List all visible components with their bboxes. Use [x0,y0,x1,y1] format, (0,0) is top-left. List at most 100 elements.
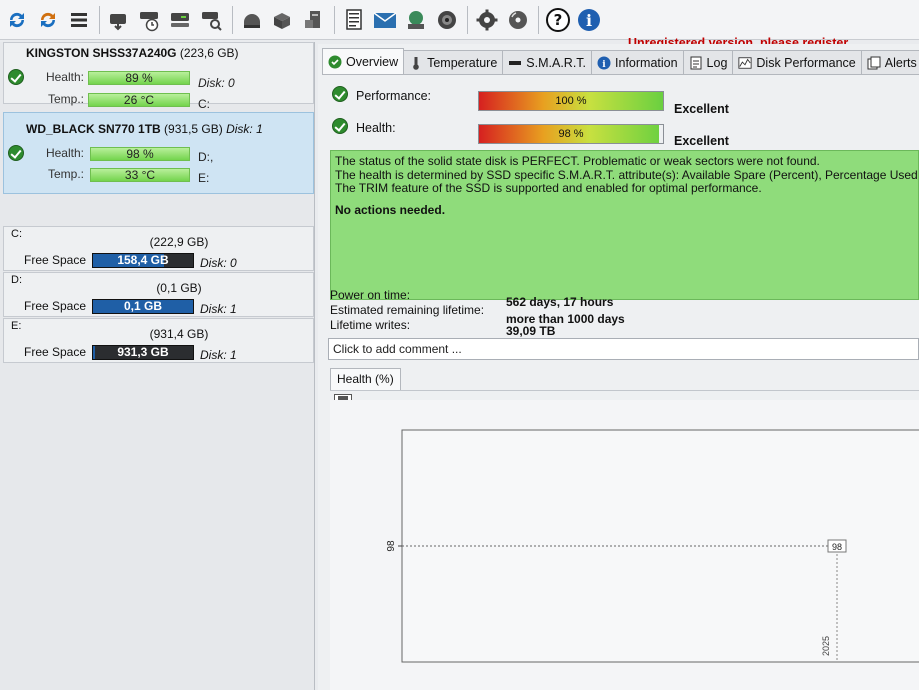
status-line: The status of the solid state disk is PE… [335,154,820,168]
performance-bar: 100 % [478,91,664,111]
disk-check-icon[interactable] [168,6,194,34]
tab-label: Disk Performance [756,55,856,70]
volume-disk: Disk: 1 [200,348,237,362]
toolbar: ? i [0,0,919,40]
check-icon [328,55,342,69]
tab-bar: Overview Temperature S.M.A.R.T. i Inform… [322,48,919,74]
volume-label: E: [198,171,210,185]
disk-model: WD_BLACK SN770 1TB [26,122,161,136]
performance-value: 100 % [555,95,587,107]
email-icon[interactable] [372,6,398,34]
health-value: 98 % [558,128,584,140]
power-on-label: Power on time: [330,288,411,302]
disk-card-0[interactable]: KINGSTON SHSS37A240G (223,6 GB) Health: … [3,42,314,111]
help-icon[interactable]: ? [545,6,571,34]
tab-information[interactable]: i Information [591,50,684,74]
performance-label: Performance: [356,89,432,103]
tab-health-chart[interactable]: Health (%) [330,368,401,390]
dash-icon [508,56,522,70]
volume-letter: C: [11,228,22,240]
alerts-icon [867,56,881,70]
disk-card-1[interactable]: WD_BLACK SN770 1TB (931,5 GB) Disk: 1 He… [3,112,314,194]
performance-ok-icon [332,86,348,102]
volume-card-d[interactable]: D: (0,1 GB) Free Space 0,1 GB Disk: 1 [3,272,314,317]
menu-icon[interactable] [66,6,92,34]
free-space-label: Free Space [24,253,87,267]
data-label: 98 [832,542,842,552]
temp-label: Temp.: [47,167,84,181]
disk-clock-icon[interactable] [137,6,163,34]
tab-smart[interactable]: S.M.A.R.T. [502,50,593,74]
status-box: The status of the solid state disk is PE… [330,150,919,300]
disk-index: Disk: 0 [198,76,235,90]
tab-alerts[interactable]: Alerts [860,50,919,74]
disk-index: Disk: 1 [226,122,263,136]
health-bar: 98 % [478,124,664,144]
temp-label: Temp.: [47,92,84,106]
free-space-bar: 931,3 GB [92,345,194,360]
tab-label: Log [706,55,728,70]
comment-field[interactable]: Click to add comment ... [328,338,919,360]
health-ok-icon [332,118,348,134]
speaker-icon[interactable] [434,6,460,34]
volume-label: D:, [198,150,214,164]
tab-disk-performance[interactable]: Disk Performance [732,50,862,74]
volume-card-e[interactable]: E: (931,4 GB) Free Space 931,3 GB Disk: … [3,318,314,363]
volume-total: (222,9 GB) [149,235,209,249]
free-space-value: 0,1 GB [123,299,162,313]
tab-label: Overview [346,54,399,69]
volume-total: (0,1 GB) [156,281,202,295]
disk-save-icon[interactable] [106,6,132,34]
power-on-value: 562 days, 17 hours [506,295,614,309]
volume-disk: Disk: 1 [200,302,237,316]
disk-title: WD_BLACK SN770 1TB (931,5 GB) Disk: 1 [26,122,263,136]
boxes-icon[interactable] [270,6,296,34]
volume-card-c[interactable]: C: (222,9 GB) Free Space 158,4 GB Disk: … [3,226,314,271]
y-tick-label: 98 [386,540,397,552]
disk-title: KINGSTON SHSS37A240G (223,6 GB) [26,46,239,60]
disk-size: (931,5 GB) [164,122,223,136]
tab-label: S.M.A.R.T. [526,55,587,70]
health-rating: Excellent [674,134,729,148]
disk-model: KINGSTON SHSS37A240G [26,46,177,60]
server-icon[interactable] [301,6,327,34]
svg-text:i: i [602,60,606,70]
cd-icon[interactable] [505,6,531,34]
network-icon[interactable] [403,6,429,34]
free-space-value: 158,4 GB [117,253,169,267]
health-bar: 98 % [90,147,190,161]
info-icon[interactable]: i [576,6,602,34]
disk-size: (223,6 GB) [179,46,239,60]
left-panel: KINGSTON SHSS37A240G (223,6 GB) Health: … [0,42,315,690]
volume-letter: E: [11,320,22,332]
disk-drive-icon[interactable] [239,6,265,34]
volume-disk: Disk: 0 [200,256,237,270]
document-icon [689,56,703,70]
performance-rating: Excellent [674,102,729,116]
x-tick-label: 2025 [821,636,831,656]
disk-search-icon[interactable] [199,6,225,34]
free-space-bar: 158,4 GB [92,253,194,268]
volume-total: (931,4 GB) [149,327,209,341]
writes-value: 39,09 TB [506,324,556,338]
right-panel: Overview Temperature S.M.A.R.T. i Inform… [318,44,919,690]
free-space-label: Free Space [24,299,87,313]
tab-temperature[interactable]: Temperature [403,50,504,74]
health-label: Health: [45,146,84,160]
volume-label: C: [198,97,210,111]
refresh-icon[interactable] [4,6,30,34]
refresh-all-icon[interactable] [35,6,61,34]
health-label: Health: [45,70,84,84]
actions-text: No actions needed. [335,202,446,217]
free-space-bar: 0,1 GB [92,299,194,314]
free-space-label: Free Space [24,345,87,359]
thermometer-icon [409,56,423,70]
tab-overview[interactable]: Overview [322,48,405,74]
volume-letter: D: [11,274,22,286]
tab-log[interactable]: Log [682,50,734,74]
tab-label: Temperature [427,55,498,70]
settings-icon[interactable] [474,6,500,34]
health-bar: 89 % [88,71,190,85]
remaining-label: Estimated remaining lifetime: [330,303,485,317]
report-icon[interactable] [341,6,367,34]
